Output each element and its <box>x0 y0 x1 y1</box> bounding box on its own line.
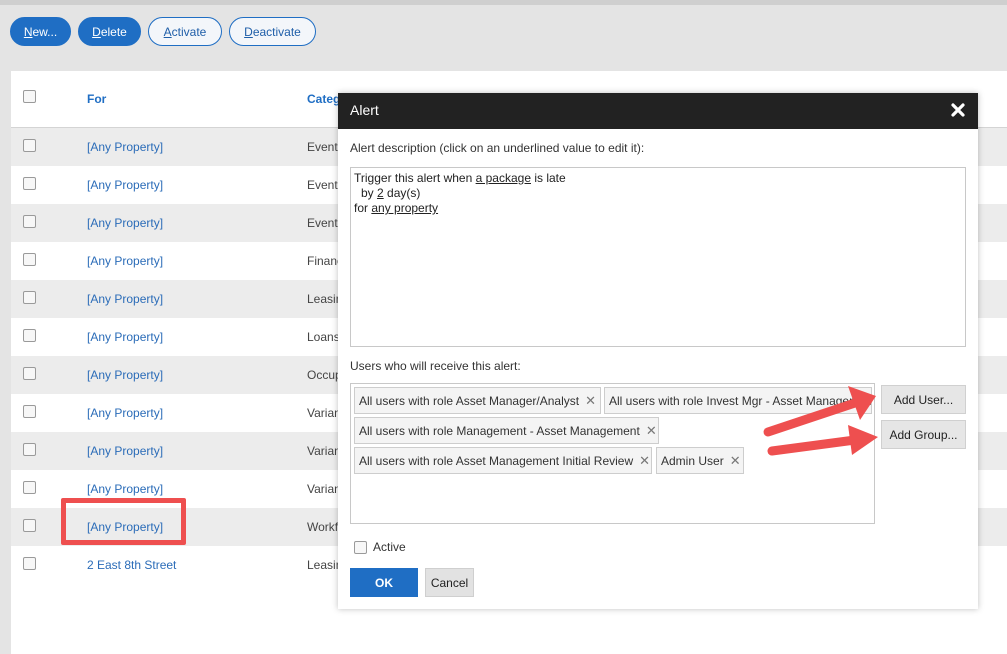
row-category: Loans <box>307 330 339 344</box>
deactivate-button[interactable]: Deactivate <box>229 17 316 46</box>
description-line-1-prefix: Trigger this alert when <box>354 171 476 185</box>
active-label: Active <box>373 540 406 554</box>
row-category: Variance <box>307 482 339 496</box>
remove-icon[interactable]: ✕ <box>646 423 657 439</box>
row-for-link[interactable]: [Any Property] <box>87 216 163 230</box>
recipient-chip-label: All users with role Management - Asset M… <box>359 423 640 438</box>
remove-icon[interactable]: ✕ <box>854 392 867 409</box>
recipient-chip-label: Admin User <box>661 453 724 468</box>
select-all-checkbox[interactable] <box>23 90 36 103</box>
recipient-chip-label: All users with role Asset Management Ini… <box>359 453 634 468</box>
row-category: Events <box>307 178 339 192</box>
close-icon-glyph <box>951 103 965 117</box>
column-header-for[interactable]: For <box>87 92 106 106</box>
row-for-link[interactable]: [Any Property] <box>87 444 163 458</box>
description-line-2-prefix: by <box>361 186 378 200</box>
row-for-link[interactable]: [Any Property] <box>87 482 163 496</box>
row-category: Events <box>307 140 339 154</box>
row-category: Events <box>307 216 339 230</box>
deactivate-button-label: Deactivate <box>244 24 301 39</box>
row-for-link[interactable]: [Any Property] <box>87 254 163 268</box>
alert-dialog: Alert Alert description (click on an und… <box>338 93 978 609</box>
row-category: Variance <box>307 406 339 420</box>
new-button-label: New... <box>23 24 58 39</box>
row-category: Finance <box>307 254 339 268</box>
row-checkbox[interactable] <box>23 367 36 380</box>
row-checkbox[interactable] <box>23 443 36 456</box>
row-for-link[interactable]: 2 East 8th Street <box>87 558 176 572</box>
add-group-label: Add Group... <box>889 427 958 442</box>
add-user-button[interactable]: Add User... <box>881 385 966 414</box>
remove-icon[interactable]: ✕ <box>585 393 596 409</box>
recipient-chip-label: All users with role Invest Mgr - Asset M… <box>609 393 872 408</box>
cancel-label: Cancel <box>430 575 469 590</box>
dialog-header: Alert <box>338 93 978 129</box>
recipient-chip: All users with role Asset Manager/Analys… <box>354 387 601 414</box>
description-line-2-suffix: day(s) <box>383 186 421 200</box>
ok-label: OK <box>375 575 393 590</box>
ok-button[interactable]: OK <box>350 568 418 597</box>
alert-description-box: Trigger this alert when a package is lat… <box>350 167 966 347</box>
recipient-chip: All users with role Management - Asset M… <box>354 417 659 444</box>
description-line-3-prefix: for <box>354 201 372 215</box>
row-for-link[interactable]: [Any Property] <box>87 368 163 382</box>
recipient-chip: Admin User ✕ <box>656 447 744 474</box>
row-checkbox[interactable] <box>23 329 36 342</box>
row-checkbox[interactable] <box>23 253 36 266</box>
row-category: Variance <box>307 444 339 458</box>
row-category: Leasing <box>307 558 339 572</box>
column-header-category[interactable]: Categ <box>307 92 340 106</box>
row-checkbox[interactable] <box>23 519 36 532</box>
days-value-link[interactable]: 2 <box>377 186 384 200</box>
close-icon[interactable] <box>950 102 966 118</box>
top-strip <box>0 0 1007 5</box>
row-category: Leasing <box>307 292 339 306</box>
activate-button-label: Activate <box>163 24 207 39</box>
new-button[interactable]: New... <box>10 17 71 46</box>
description-line-2: by 2 day(s) <box>354 186 962 201</box>
row-for-link[interactable]: [Any Property] <box>87 330 163 344</box>
row-for-link[interactable]: [Any Property] <box>87 406 163 420</box>
description-line-1-suffix: is late <box>531 171 566 185</box>
property-value-link[interactable]: any property <box>371 201 438 215</box>
recipient-chip: All users with role Invest Mgr - Asset M… <box>604 387 872 414</box>
cancel-button[interactable]: Cancel <box>425 568 474 597</box>
activate-button[interactable]: Activate <box>148 17 222 46</box>
description-line-3: for any property <box>354 201 962 216</box>
active-checkbox[interactable] <box>354 540 367 554</box>
users-label: Users who will receive this alert: <box>350 359 521 373</box>
row-checkbox[interactable] <box>23 291 36 304</box>
row-checkbox[interactable] <box>23 481 36 494</box>
add-group-button[interactable]: Add Group... <box>881 420 966 449</box>
delete-button[interactable]: Delete <box>78 17 141 46</box>
package-value-link[interactable]: a package <box>476 171 531 185</box>
row-checkbox[interactable] <box>23 405 36 418</box>
recipient-chip-label: All users with role Asset Manager/Analys… <box>359 393 580 408</box>
dialog-title: Alert <box>350 102 379 118</box>
remove-icon[interactable]: ✕ <box>730 453 741 469</box>
delete-button-label: Delete <box>92 24 127 39</box>
row-checkbox[interactable] <box>23 557 36 570</box>
toolbar: New... Delete Activate Deactivate <box>10 17 316 46</box>
add-user-label: Add User... <box>893 392 954 407</box>
row-for-link[interactable]: [Any Property] <box>87 178 163 192</box>
row-category: Occupancy <box>307 368 339 382</box>
row-checkbox[interactable] <box>23 177 36 190</box>
row-checkbox[interactable] <box>23 215 36 228</box>
row-for-link[interactable]: [Any Property] <box>87 292 163 306</box>
row-checkbox[interactable] <box>23 139 36 152</box>
description-line-1: Trigger this alert when a package is lat… <box>354 171 962 186</box>
recipients-box: All users with role Asset Manager/Analys… <box>350 383 875 524</box>
annotation-highlight-box <box>61 498 186 545</box>
recipient-chip: All users with role Asset Management Ini… <box>354 447 652 474</box>
remove-icon[interactable]: ✕ <box>639 453 650 469</box>
active-toggle-row: Active <box>354 540 406 554</box>
row-category: Workflow <box>307 520 339 534</box>
description-label: Alert description (click on an underline… <box>350 141 645 155</box>
row-for-link[interactable]: [Any Property] <box>87 140 163 154</box>
